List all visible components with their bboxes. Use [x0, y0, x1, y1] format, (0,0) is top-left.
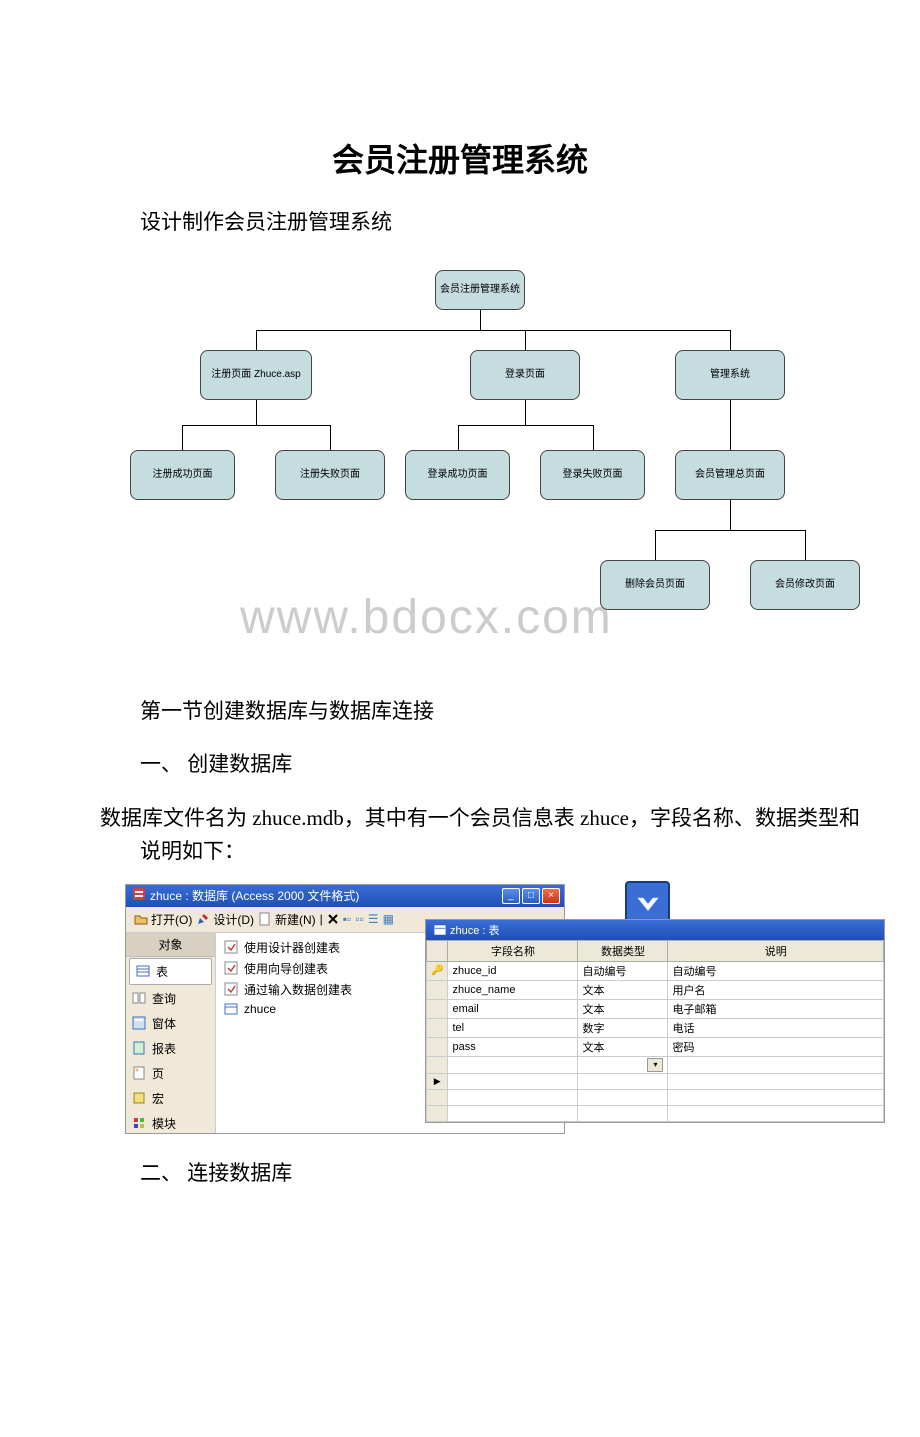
- node-login-page: 登录页面: [470, 350, 580, 400]
- toolbar-sep: |: [320, 912, 323, 926]
- toolbar-delete-icon[interactable]: [327, 913, 339, 925]
- col-datatype: 数据类型: [578, 940, 668, 961]
- sidebar-label: 宏: [152, 1090, 164, 1107]
- design-icon: [196, 912, 210, 926]
- report-icon: [132, 1041, 146, 1055]
- node-admin-system: 管理系统: [675, 350, 785, 400]
- toolbar-design[interactable]: 设计(D): [196, 911, 254, 928]
- sidebar-label: 模块: [152, 1115, 176, 1132]
- table-window-title: zhuce : 表: [434, 922, 500, 938]
- section-1-1-body: 数据库文件名为 zhuce.mdb，其中有一个会员信息表 zhuce，字段名称、…: [140, 802, 860, 869]
- col-fieldname: 字段名称: [448, 940, 578, 961]
- page-icon: [132, 1066, 146, 1080]
- wizard-icon: [224, 982, 238, 996]
- maximize-button[interactable]: □: [522, 888, 540, 904]
- section-1-title: 第一节创建数据库与数据库连接: [140, 695, 860, 729]
- close-button[interactable]: ×: [542, 888, 560, 904]
- table-row[interactable]: ▾: [427, 1056, 884, 1073]
- list-label: 通过输入数据创建表: [244, 981, 352, 998]
- form-icon: [132, 1016, 146, 1030]
- query-icon: [132, 991, 146, 1005]
- sidebar-header: 对象: [126, 933, 215, 957]
- node-register-success: 注册成功页面: [130, 450, 235, 500]
- macro-icon: [132, 1091, 146, 1105]
- sidebar-item-macro[interactable]: 宏: [126, 1086, 215, 1111]
- wizard-icon: [224, 961, 238, 975]
- primary-key-icon: 🔑: [431, 965, 443, 976]
- col-description: 说明: [668, 940, 884, 961]
- page-title: 会员注册管理系统: [0, 135, 920, 181]
- access-screenshots: zhuce : 数据库 (Access 2000 文件格式) _ □ × 打开(…: [125, 884, 885, 1139]
- table-row[interactable]: ▶: [427, 1073, 884, 1089]
- app-icon: [132, 887, 146, 904]
- toolbar-view1-icon[interactable]: ▪▫: [343, 912, 352, 926]
- section-1-1: 一、 创建数据库: [140, 748, 860, 782]
- sidebar-label: 查询: [152, 990, 176, 1007]
- sidebar-label: 表: [156, 963, 168, 980]
- list-label: zhuce: [244, 1002, 276, 1016]
- db-window-title: zhuce : 数据库 (Access 2000 文件格式): [150, 887, 359, 904]
- sidebar-label: 报表: [152, 1040, 176, 1057]
- table-icon: [224, 1002, 238, 1016]
- intro-paragraph: 设计制作会员注册管理系统: [140, 206, 860, 240]
- open-icon: [134, 912, 148, 926]
- watermark: www.bdocx.com: [240, 590, 613, 645]
- sidebar-item-query[interactable]: 查询: [126, 986, 215, 1011]
- new-icon: [258, 912, 272, 926]
- toolbar-open[interactable]: 打开(O): [134, 911, 192, 928]
- node-register-page: 注册页面 Zhuce.asp: [200, 350, 312, 400]
- toolbar-view2-icon[interactable]: ▫▫: [355, 912, 364, 926]
- list-label: 使用设计器创建表: [244, 939, 340, 956]
- table-row[interactable]: zhuce_name 文本 用户名: [427, 980, 884, 999]
- node-member-admin: 会员管理总页面: [675, 450, 785, 500]
- table-row[interactable]: [427, 1089, 884, 1105]
- node-register-fail: 注册失败页面: [275, 450, 385, 500]
- module-icon: [132, 1116, 146, 1130]
- section-1-2: 二、 连接数据库: [140, 1157, 860, 1191]
- node-login-fail: 登录失败页面: [540, 450, 645, 500]
- sidebar-label: 窗体: [152, 1015, 176, 1032]
- sidebar-item-page[interactable]: 页: [126, 1061, 215, 1086]
- db-object-sidebar: 对象 表 查询 窗体 报表: [126, 933, 216, 1133]
- table-icon: [136, 964, 150, 978]
- access-table-design-window: zhuce : 表 字段名称 数据类型 说明 🔑 zhuce_id 自动编号 自…: [425, 919, 885, 1123]
- minimize-button[interactable]: _: [502, 888, 520, 904]
- dropdown-icon[interactable]: ▾: [647, 1058, 663, 1072]
- sidebar-item-module[interactable]: 模块: [126, 1111, 215, 1136]
- org-chart-diagram: www.bdocx.com 会员注册管理系统 注册页面 Zhuce.asp 登录…: [100, 270, 880, 670]
- field-definition-table: 字段名称 数据类型 说明 🔑 zhuce_id 自动编号 自动编号 zhuce_…: [426, 940, 884, 1122]
- table-row[interactable]: pass 文本 密码: [427, 1037, 884, 1056]
- sidebar-item-table[interactable]: 表: [129, 958, 212, 985]
- node-edit-member: 会员修改页面: [750, 560, 860, 610]
- node-root: 会员注册管理系统: [435, 270, 525, 310]
- table-row[interactable]: tel 数字 电话: [427, 1018, 884, 1037]
- toolbar-view4-icon[interactable]: ▦: [383, 912, 394, 926]
- table-row[interactable]: [427, 1105, 884, 1121]
- toolbar-new[interactable]: 新建(N): [258, 911, 316, 928]
- node-login-success: 登录成功页面: [405, 450, 510, 500]
- table-row[interactable]: 🔑 zhuce_id 自动编号 自动编号: [427, 961, 884, 980]
- sidebar-item-form[interactable]: 窗体: [126, 1011, 215, 1036]
- toolbar-view3-icon[interactable]: ☰: [368, 912, 379, 926]
- node-delete-member: 删除会员页面: [600, 560, 710, 610]
- wizard-icon: [224, 940, 238, 954]
- table-row[interactable]: email 文本 电子邮箱: [427, 999, 884, 1018]
- list-label: 使用向导创建表: [244, 960, 328, 977]
- sidebar-label: 页: [152, 1065, 164, 1082]
- sidebar-item-report[interactable]: 报表: [126, 1036, 215, 1061]
